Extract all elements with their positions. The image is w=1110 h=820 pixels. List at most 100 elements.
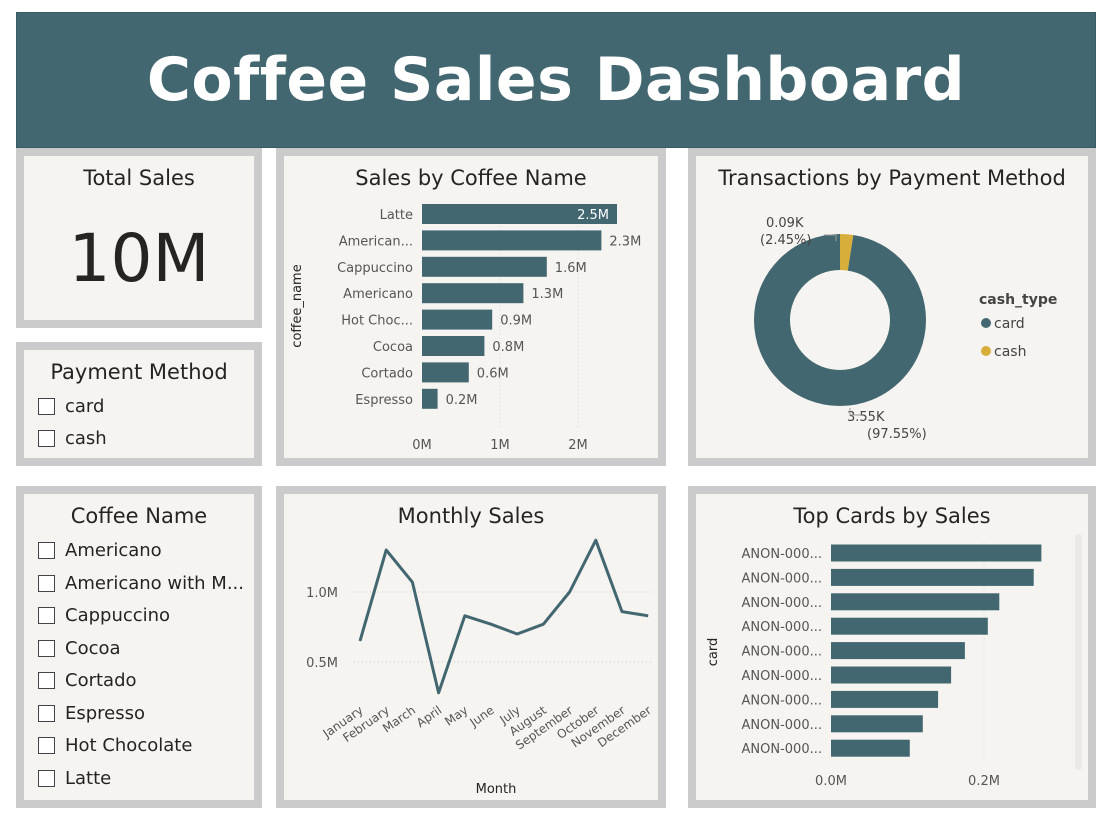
payment-option-card[interactable]: card [38,396,104,417]
card-slice [754,234,926,406]
x-tick-label: June [466,703,496,730]
x-tick-label: May [442,703,470,729]
coffee-option-latte[interactable]: Latte [38,768,111,789]
data-label: 0.9M [500,314,532,329]
category-label: ANON-000... [742,571,822,586]
coffee-option-label: Espresso [65,703,146,724]
monthly-sales-card[interactable]: Monthly Sales Month 1.0M 0.5M January Febru… [276,486,666,808]
category-label: Americano [343,287,413,302]
x-tick-label: 0M [412,438,432,453]
payment-method-slicer[interactable]: Payment Method card cash [16,342,262,466]
coffee-option-label: Cocoa [65,638,121,659]
data-label: 0.8M [492,340,524,355]
coffee-option-espresso[interactable]: Espresso [38,703,145,724]
bar [422,283,524,304]
data-label: 1.6M [555,261,587,276]
bar [831,642,965,660]
data-label: 0.6M [477,366,509,381]
monthly-sales-chart: Month 1.0M0.5MJanuaryFebruaryMarchAprilM… [306,538,654,797]
checkbox-icon[interactable] [38,542,55,559]
total-sales-card[interactable]: Total Sales 10M [16,148,262,328]
cash-value-label: 0.09K [766,216,804,231]
month-axis-label: Month [476,782,517,797]
coffee-option-cortado[interactable]: Cortado [38,670,137,691]
checkbox-icon[interactable] [38,607,55,624]
bar [831,690,939,708]
checkbox-icon[interactable] [38,398,55,415]
category-label: ANON-000... [742,645,822,660]
payment-donut-chart: 0.09K (2.45%) 3.55K (97.55%) cash_type c… [754,216,1057,442]
coffee-option-americano[interactable]: Americano [38,540,162,561]
dashboard-header: Coffee Sales Dashboard [16,12,1096,148]
checkbox-icon[interactable] [38,672,55,689]
y-tick-label: 1.0M [306,586,338,601]
cash-pct-label: (2.45%) [760,233,811,248]
bar [422,256,547,277]
coffee-option-label: Americano [65,540,162,561]
bar [831,593,1000,611]
checkbox-icon[interactable] [38,705,55,722]
payment-transactions-card[interactable]: Transactions by Payment Method 0.09K (2.… [688,148,1096,466]
legend-card-dot [981,318,991,328]
bar [831,666,952,684]
payment-option-cash[interactable]: cash [38,428,107,449]
x-tick-label: 2M [568,438,588,453]
payment-option-label: card [65,396,105,417]
total-sales-title: Total Sales [83,166,195,190]
checkbox-icon[interactable] [38,430,55,447]
coffee-option-label: Latte [65,768,112,789]
legend-title: cash_type [979,292,1057,308]
coffee-name-title: Coffee Name [70,504,208,528]
sales-line [358,538,649,695]
category-label: American... [339,234,413,249]
card-pct-label: (97.55%) [867,427,927,442]
top-cards-card[interactable]: Top Cards by Sales card 0.0M 0.2M ANON-000… [688,486,1096,808]
category-label: ANON-000... [742,693,822,708]
coffee-option-americano-milk[interactable]: Americano with M... [38,573,244,594]
legend-cash-dot [981,346,991,356]
bar [422,336,485,356]
data-label: 2.5M [577,208,609,223]
checkbox-icon[interactable] [38,640,55,657]
bar [831,715,923,733]
dashboard-title: Coffee Sales Dashboard [146,45,966,115]
bar [422,388,438,409]
coffee-option-hot-chocolate[interactable]: Hot Chocolate [38,735,192,756]
sales-by-coffee-chart: coffee_name 0M 1M 2M Latte 2.5M American... 2.… [290,204,641,453]
checkbox-icon[interactable] [38,737,55,754]
bar [831,568,1034,586]
x-tick-label: April [414,703,445,730]
sales-by-coffee-card[interactable]: Sales by Coffee Name coffee_name 0M 1M 2M L… [276,148,666,466]
category-label: Hot Choc... [341,314,413,329]
scrollbar[interactable] [1075,534,1082,770]
category-label: Cocoa [373,340,413,355]
checkbox-icon[interactable] [38,770,55,787]
bar [831,617,988,635]
category-label: Espresso [355,393,413,408]
data-label: 2.3M [609,234,641,249]
coffee-option-label: Americano with M... [65,573,244,594]
category-label: Cortado [361,366,413,381]
total-sales-value: 10M [68,220,210,297]
category-label: ANON-000... [742,596,822,611]
bar [422,230,602,251]
coffee-option-label: Cappuccino [65,605,171,626]
payment-option-label: cash [65,428,107,449]
bar [831,544,1042,562]
checkbox-icon[interactable] [38,575,55,592]
legend-cash-label: cash [994,344,1026,360]
coffee-option-cappuccino[interactable]: Cappuccino [38,605,170,626]
coffee-name-axis-label: coffee_name [290,264,305,347]
bar [831,739,910,757]
top-cards-chart: card 0.0M 0.2M ANON-000... ANON-000... ANON-… [706,542,1042,789]
data-label: 1.3M [531,287,563,302]
category-label: ANON-000... [742,669,822,684]
payment-method-title: Payment Method [50,360,228,384]
card-axis-label: card [706,638,721,666]
coffee-option-label: Hot Chocolate [65,735,193,756]
bar [422,309,493,330]
y-tick-label: 0.5M [306,656,338,671]
coffee-name-slicer[interactable]: Coffee Name Americano Americano with M..… [16,486,262,808]
card-value-label: 3.55K [847,410,885,425]
coffee-option-cocoa[interactable]: Cocoa [38,638,121,659]
